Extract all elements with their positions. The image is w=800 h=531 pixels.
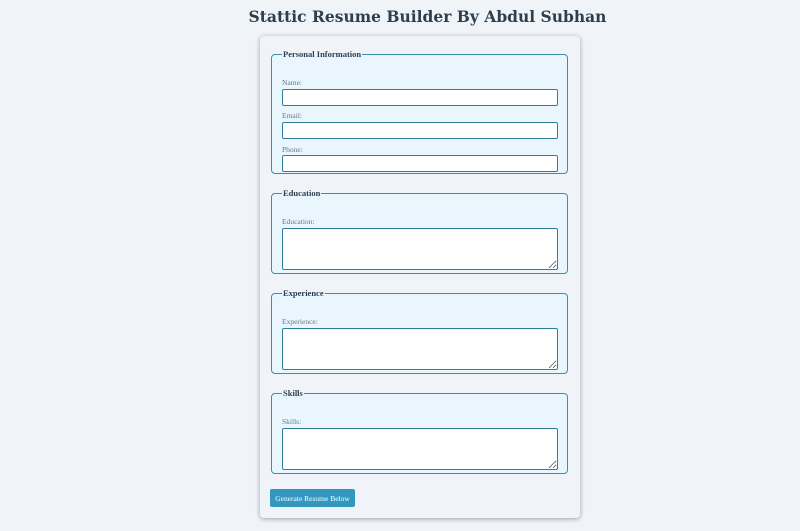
education-label: Education: <box>282 217 315 226</box>
education-textarea[interactable] <box>282 228 558 270</box>
phone-label: Phone: <box>282 145 303 154</box>
skills-textarea[interactable] <box>282 428 558 470</box>
name-label: Name: <box>282 78 302 87</box>
education-section: Education Education: <box>271 188 568 274</box>
experience-legend: Experience <box>283 288 324 298</box>
skills-section: Skills Skills: <box>271 388 568 474</box>
email-label: Email: <box>282 111 302 120</box>
skills-label: Skills: <box>282 417 302 426</box>
resume-form: Personal Information Name: Email: Phone:… <box>260 36 580 518</box>
personal-information-legend: Personal Information <box>283 49 362 59</box>
experience-section: Experience Experience: <box>271 288 568 374</box>
email-input[interactable] <box>282 122 558 139</box>
personal-information-section: Personal Information Name: Email: Phone: <box>271 49 568 174</box>
page-title: Stattic Resume Builder By Abdul Subhan <box>248 7 607 26</box>
skills-legend: Skills <box>283 388 303 398</box>
generate-resume-button[interactable]: Generate Resume Below <box>270 489 355 507</box>
phone-input[interactable] <box>282 155 558 172</box>
experience-textarea[interactable] <box>282 328 558 370</box>
name-input[interactable] <box>282 89 558 106</box>
experience-label: Experience: <box>282 317 318 326</box>
education-legend: Education <box>283 188 321 198</box>
